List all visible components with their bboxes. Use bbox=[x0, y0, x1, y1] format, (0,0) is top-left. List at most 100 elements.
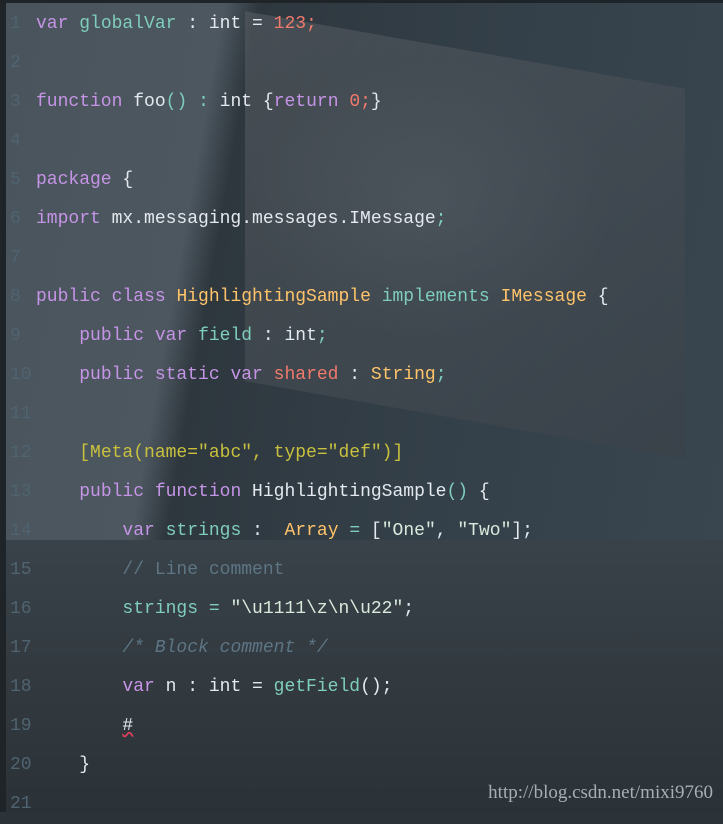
code-line[interactable]: 14 var strings : Array = ["One", "Two"]; bbox=[6, 512, 609, 551]
code-line[interactable]: 17 /* Block comment */ bbox=[6, 629, 609, 668]
line-number: 16 bbox=[10, 599, 32, 619]
watermark: http://blog.csdn.net/mixi9760 bbox=[488, 782, 713, 803]
code-token: [ bbox=[360, 521, 382, 541]
code-token: package bbox=[36, 170, 112, 190]
code-token: HighlightingSample bbox=[176, 287, 371, 307]
code-token: ; bbox=[435, 209, 447, 229]
code-line[interactable]: 9 public var field : int; bbox=[6, 317, 609, 356]
code-token: shared bbox=[273, 365, 339, 385]
code-token: strings bbox=[165, 521, 242, 541]
code-line[interactable]: 15 // Line comment bbox=[6, 551, 609, 590]
code-token: HighlightingSample bbox=[241, 482, 447, 502]
line-number: 21 bbox=[10, 794, 32, 814]
code-token: getField bbox=[273, 677, 361, 697]
code-line[interactable]: 4 bbox=[6, 122, 609, 161]
code-line[interactable]: 8 public class HighlightingSample impleme… bbox=[6, 278, 609, 317]
code-line[interactable]: 13 public function HighlightingSample() … bbox=[6, 473, 609, 512]
code-token: mx.messaging.messages.IMessage bbox=[100, 209, 436, 229]
code-token: IMessage bbox=[500, 287, 587, 307]
code-token: () bbox=[446, 482, 469, 502]
code-token: "Two" bbox=[457, 521, 512, 541]
code-token: n : int = bbox=[154, 677, 274, 697]
code-token: [Meta(name="abc", type="def")] bbox=[79, 443, 404, 463]
code-line[interactable]: 7 bbox=[6, 239, 609, 278]
line-number: 6 bbox=[10, 209, 21, 229]
code-token: public function bbox=[79, 482, 242, 502]
line-number: 4 bbox=[10, 131, 21, 151]
line-number: 20 bbox=[10, 755, 32, 775]
line-number: 11 bbox=[10, 404, 32, 424]
line-number: 14 bbox=[10, 521, 32, 541]
code-line[interactable]: 6 import mx.messaging.messages.IMessage; bbox=[6, 200, 609, 239]
code-token: : int bbox=[252, 326, 317, 346]
code-token: () bbox=[165, 92, 188, 112]
code-line[interactable]: 5 package { bbox=[6, 161, 609, 200]
code-token: var bbox=[122, 677, 155, 697]
code-token: ]; bbox=[511, 521, 533, 541]
code-editor[interactable]: 1 var globalVar : int = 123; 2 3 function fo… bbox=[6, 5, 609, 824]
code-token: field bbox=[198, 326, 253, 346]
code-line[interactable]: 19 # bbox=[6, 707, 609, 746]
code-line[interactable]: 20 } bbox=[6, 746, 609, 785]
code-token: : bbox=[198, 92, 209, 112]
code-token: ; bbox=[435, 365, 447, 385]
code-token: , bbox=[435, 521, 458, 541]
code-token: public static var bbox=[79, 365, 263, 385]
line-number: 2 bbox=[10, 53, 21, 73]
code-line[interactable]: 18 var n : int = getField(); bbox=[6, 668, 609, 707]
code-line[interactable]: 11 bbox=[6, 395, 609, 434]
code-line[interactable]: 12 [Meta(name="abc", type="def")] bbox=[6, 434, 609, 473]
line-number: 7 bbox=[10, 248, 21, 268]
code-token: import bbox=[36, 209, 101, 229]
code-token: ; bbox=[403, 599, 415, 619]
line-number: 1 bbox=[10, 14, 21, 34]
code-line[interactable]: 10 public static var shared : String; bbox=[6, 356, 609, 395]
line-number: 13 bbox=[10, 482, 32, 502]
code-token: // Line comment bbox=[122, 560, 285, 580]
code-token: { bbox=[586, 287, 609, 307]
code-line[interactable]: 2 bbox=[6, 44, 609, 83]
code-token: } bbox=[370, 92, 382, 112]
code-token: public var bbox=[79, 326, 188, 346]
code-token: strings = bbox=[122, 599, 231, 619]
line-number: 19 bbox=[10, 716, 32, 736]
line-number: 18 bbox=[10, 677, 32, 697]
code-token: 123; bbox=[273, 14, 317, 34]
code-token: : bbox=[241, 521, 285, 541]
code-token: : int = bbox=[176, 14, 274, 34]
code-token: (); bbox=[360, 677, 393, 697]
code-token: String bbox=[370, 365, 436, 385]
code-token: { bbox=[111, 170, 134, 190]
code-token: } bbox=[36, 755, 91, 775]
code-token: # bbox=[122, 716, 134, 736]
code-line[interactable]: 1 var globalVar : int = 123; bbox=[6, 5, 609, 44]
line-number: 8 bbox=[10, 287, 21, 307]
code-line[interactable]: 3 function foo() : int {return 0;} bbox=[6, 83, 609, 122]
code-token: { bbox=[468, 482, 490, 502]
code-line[interactable]: 16 strings = "\u1111\z\n\u22"; bbox=[6, 590, 609, 629]
code-token: globalVar bbox=[79, 14, 177, 34]
code-token: var bbox=[36, 14, 69, 34]
code-token: var bbox=[122, 521, 155, 541]
line-number: 12 bbox=[10, 443, 32, 463]
